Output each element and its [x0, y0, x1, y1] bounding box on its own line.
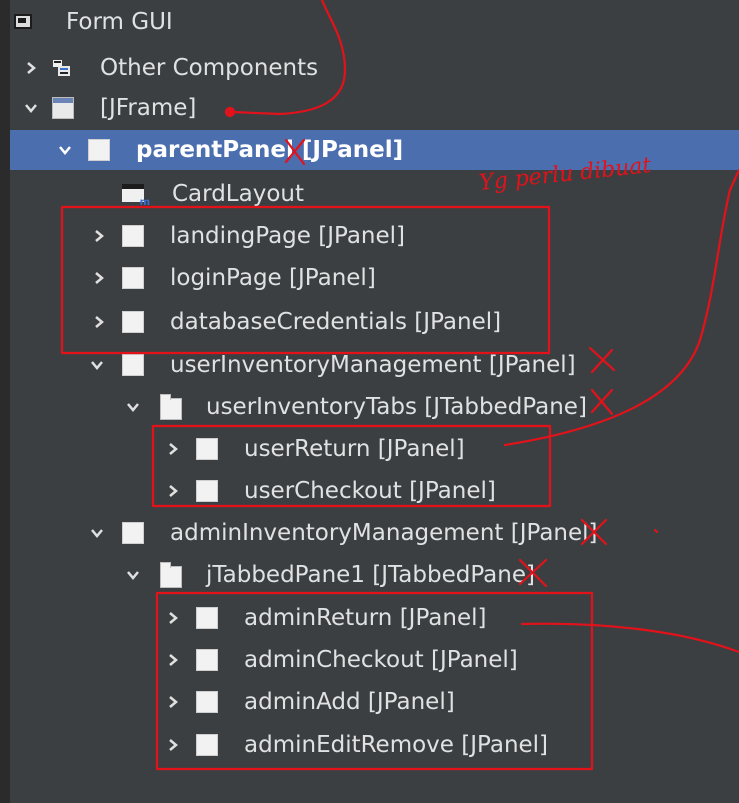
- tree-item-label: CardLayout: [172, 181, 304, 207]
- tree-item-label: adminCheckout [JPanel]: [244, 647, 518, 673]
- panel-icon: [196, 649, 218, 671]
- panel-icon: [122, 225, 144, 247]
- chevron-right-icon[interactable]: [166, 695, 180, 709]
- tree-item-user-inventory-management[interactable]: userInventoryManagement [JPanel]: [10, 345, 739, 385]
- tree-item-admin-return[interactable]: adminReturn [JPanel]: [10, 598, 739, 638]
- tree-item-label: userInventoryManagement [JPanel]: [170, 352, 576, 378]
- tree-item-label: Other Components: [100, 55, 319, 81]
- tree-item-user-return[interactable]: userReturn [JPanel]: [10, 429, 739, 469]
- chevron-right-icon[interactable]: [166, 653, 180, 667]
- chevron-down-icon[interactable]: [58, 143, 72, 157]
- tree-item-label: databaseCredentials [JPanel]: [170, 309, 502, 335]
- tree-left-border: [0, 0, 10, 803]
- chevron-right-icon[interactable]: [24, 61, 38, 75]
- chevron-down-icon[interactable]: [24, 101, 38, 115]
- tree-item-label: userReturn [JPanel]: [244, 436, 465, 462]
- form-icon: [14, 14, 32, 29]
- tree-item-label: landingPage [JPanel]: [170, 223, 405, 249]
- chevron-right-icon[interactable]: [166, 484, 180, 498]
- panel-icon: [196, 734, 218, 756]
- tree-item-jtabbedpane1[interactable]: jTabbedPane1 [JTabbedPane]: [10, 555, 739, 595]
- panel-icon: [196, 691, 218, 713]
- tabbed-pane-icon: [160, 562, 182, 588]
- tree-item-jframe[interactable]: [JFrame]: [10, 88, 739, 128]
- tree-item-admin-inventory-management[interactable]: adminInventoryManagement [JPanel]: [10, 513, 739, 553]
- chevron-right-icon[interactable]: [92, 229, 106, 243]
- chevron-right-icon[interactable]: [92, 315, 106, 329]
- tree-item-label: parentPanel [JPanel]: [136, 137, 404, 163]
- tree-item-login-page[interactable]: loginPage [JPanel]: [10, 258, 739, 298]
- tree-item-parent-panel[interactable]: parentPanel [JPanel]: [10, 130, 739, 170]
- tree-item-label: Form GUI: [66, 9, 173, 35]
- chevron-right-icon[interactable]: [166, 738, 180, 752]
- panel-icon: [122, 311, 144, 333]
- tree-item-label: userInventoryTabs [JTabbedPane]: [206, 394, 587, 420]
- other-components-icon: [52, 58, 72, 78]
- tree-item-admin-add[interactable]: adminAdd [JPanel]: [10, 682, 739, 722]
- panel-icon: [122, 522, 144, 544]
- chevron-down-icon[interactable]: [126, 400, 140, 414]
- tree-item-user-checkout[interactable]: userCheckout [JPanel]: [10, 471, 739, 511]
- panel-icon: [122, 354, 144, 376]
- tree-item-user-inventory-tabs[interactable]: userInventoryTabs [JTabbedPane]: [10, 387, 739, 427]
- chevron-right-icon[interactable]: [166, 611, 180, 625]
- chevron-down-icon[interactable]: [126, 568, 140, 582]
- tree-item-label: adminEditRemove [JPanel]: [244, 732, 549, 758]
- tree-item-card-layout[interactable]: CardLayout: [10, 174, 739, 214]
- tree-item-label: [JFrame]: [100, 95, 197, 121]
- tree-item-database-credentials[interactable]: databaseCredentials [JPanel]: [10, 302, 739, 342]
- tree-item-label: jTabbedPane1 [JTabbedPane]: [206, 562, 535, 588]
- chevron-right-icon[interactable]: [166, 442, 180, 456]
- chevron-right-icon[interactable]: [92, 271, 106, 285]
- chevron-down-icon[interactable]: [90, 526, 104, 540]
- tree-item-label: adminAdd [JPanel]: [244, 689, 455, 715]
- card-layout-icon: [122, 184, 150, 208]
- tree-item-label: userCheckout [JPanel]: [244, 478, 496, 504]
- tree-item-label: loginPage [JPanel]: [170, 265, 376, 291]
- component-tree: Form GUI Other Components [JFrame] paren…: [0, 0, 739, 803]
- tabbed-pane-icon: [160, 394, 182, 420]
- panel-icon: [88, 139, 110, 161]
- tree-item-admin-edit-remove[interactable]: adminEditRemove [JPanel]: [10, 725, 739, 765]
- tree-item-label: adminInventoryManagement [JPanel]: [170, 520, 598, 546]
- chevron-down-icon[interactable]: [90, 358, 104, 372]
- tree-item-admin-checkout[interactable]: adminCheckout [JPanel]: [10, 640, 739, 680]
- panel-icon: [196, 607, 218, 629]
- panel-icon: [122, 267, 144, 289]
- tree-item-label: adminReturn [JPanel]: [244, 605, 487, 631]
- frame-icon: [52, 97, 74, 119]
- tree-item-landing-page[interactable]: landingPage [JPanel]: [10, 216, 739, 256]
- panel-icon: [196, 438, 218, 460]
- panel-icon: [196, 480, 218, 502]
- tree-item-form-gui[interactable]: Form GUI: [10, 2, 739, 42]
- tree-item-other-components[interactable]: Other Components: [10, 48, 739, 88]
